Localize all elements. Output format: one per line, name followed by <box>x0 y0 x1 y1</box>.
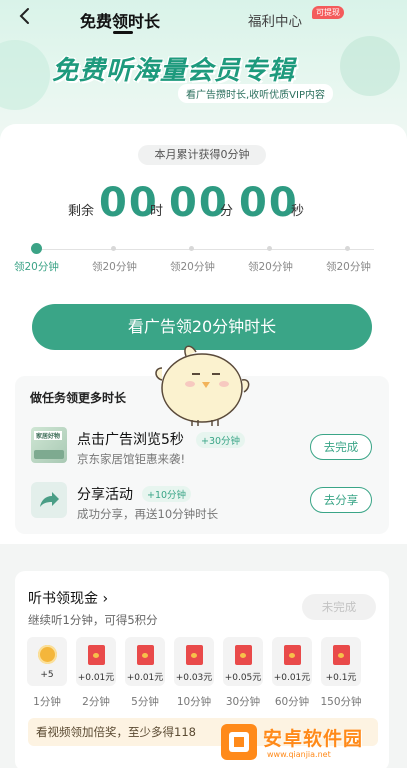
reward-slot-value: +0.05元 <box>224 673 262 683</box>
seconds-unit: 秒 <box>291 204 305 219</box>
task-bonus: +10分钟 <box>142 486 192 502</box>
reward-title[interactable]: 听书领现金 › <box>28 588 108 608</box>
progress-current-dot <box>31 243 42 254</box>
reward-slot-value: +5 <box>40 670 54 680</box>
tab-active-indicator <box>113 31 133 34</box>
seconds-value: 00 <box>239 180 299 226</box>
task-name: 点击广告浏览5秒 <box>77 432 184 448</box>
hero-decoration <box>0 40 50 110</box>
reward-subtitle: 继续听1分钟，可得5积分 <box>28 613 158 627</box>
reward-slot[interactable]: +0.01元 <box>125 637 165 686</box>
progress-step-dot <box>189 246 194 251</box>
complete-task-button[interactable]: 去完成 <box>310 434 372 460</box>
hours-unit: 时 <box>150 204 164 219</box>
task-description: 京东家居馆钜惠来袭! <box>77 452 186 466</box>
progress-step-dot <box>345 246 350 251</box>
reward-slot[interactable]: +5 <box>27 637 67 686</box>
reward-slot[interactable]: +0.01元 <box>272 637 312 686</box>
progress-step-label: 领20分钟 <box>170 261 215 273</box>
progress-step-label: 领20分钟 <box>326 261 371 273</box>
reward-slot-value: +0.01元 <box>273 673 311 683</box>
share-task-button[interactable]: 去分享 <box>310 487 372 513</box>
task-name: 分享活动 <box>77 487 133 503</box>
back-icon[interactable] <box>12 6 36 32</box>
remain-label: 剩余 <box>68 204 95 219</box>
task-bonus: +30分钟 <box>196 432 246 448</box>
reward-slot-label: 150分钟 <box>320 696 362 708</box>
reward-slot-value: +0.03元 <box>175 673 213 683</box>
reward-slot-value: +0.01元 <box>126 673 164 683</box>
cash-badge: 可提现 <box>312 6 344 19</box>
coin-icon <box>38 645 57 664</box>
red-envelope-icon <box>186 645 203 665</box>
progress-step-dot <box>111 246 116 251</box>
progress-step-label: 领20分钟 <box>92 261 137 273</box>
progress-step-label: 领20分钟 <box>248 261 293 273</box>
red-envelope-icon <box>235 645 252 665</box>
share-icon <box>31 482 67 518</box>
top-navigation: 免费领时长 福利中心 可提现 <box>0 0 407 38</box>
progress-track <box>34 249 374 250</box>
hero-decoration <box>340 36 400 96</box>
progress-step-dot <box>267 246 272 251</box>
hero-subtitle: 看广告攒时长,收听优质VIP内容 <box>178 84 333 103</box>
progress-step-label: 领20分钟 <box>14 261 59 273</box>
red-envelope-icon <box>137 645 154 665</box>
reward-slot-label: 60分钟 <box>274 696 310 708</box>
minutes-unit: 分 <box>220 204 234 219</box>
mascot-chick <box>155 345 250 426</box>
reward-slot-label: 30分钟 <box>225 696 261 708</box>
red-envelope-icon <box>333 645 350 665</box>
tab-free-time[interactable]: 免费领时长 <box>80 8 160 32</box>
reward-slot[interactable]: +0.05元 <box>223 637 263 686</box>
tab-welfare-center[interactable]: 福利中心 <box>248 10 302 30</box>
reward-slot-value: +0.01元 <box>77 673 115 683</box>
reward-slot-value: +0.1元 <box>325 673 357 683</box>
reward-slot-label: 5分钟 <box>131 696 159 708</box>
reward-slot[interactable]: +0.03元 <box>174 637 214 686</box>
reward-title-text: 听书领现金 <box>28 591 98 607</box>
red-envelope-icon <box>284 645 301 665</box>
tasks-title: 做任务领更多时长 <box>30 391 127 405</box>
reward-slot[interactable]: +0.01元 <box>76 637 116 686</box>
watermark-logo-icon <box>221 724 257 760</box>
watermark-url: www.qianjia.net <box>267 750 331 759</box>
month-summary: 本月累计获得0分钟 <box>138 145 266 165</box>
watermark-text: 安卓软件园 <box>263 728 364 750</box>
red-envelope-icon <box>88 645 105 665</box>
countdown-timer: 剩余 00 时 00 分 00 秒 <box>0 180 407 230</box>
reward-slot-label: 2分钟 <box>82 696 110 708</box>
reward-slot-label: 1分钟 <box>33 696 61 708</box>
chevron-right-icon: › <box>102 591 109 607</box>
reward-status-button[interactable]: 未完成 <box>302 594 376 620</box>
task-description: 成功分享，再送10分钟时长 <box>77 507 219 521</box>
watermark: 安卓软件园 www.qianjia.net <box>215 718 405 766</box>
hero-title: 免费听海量会员专辑 <box>52 56 296 86</box>
reward-slot-label: 10分钟 <box>176 696 212 708</box>
ad-thumbnail: 家居好物 <box>31 427 67 463</box>
reward-slot[interactable]: +0.1元 <box>321 637 361 686</box>
thumbnail-text: 家居好物 <box>34 431 63 440</box>
